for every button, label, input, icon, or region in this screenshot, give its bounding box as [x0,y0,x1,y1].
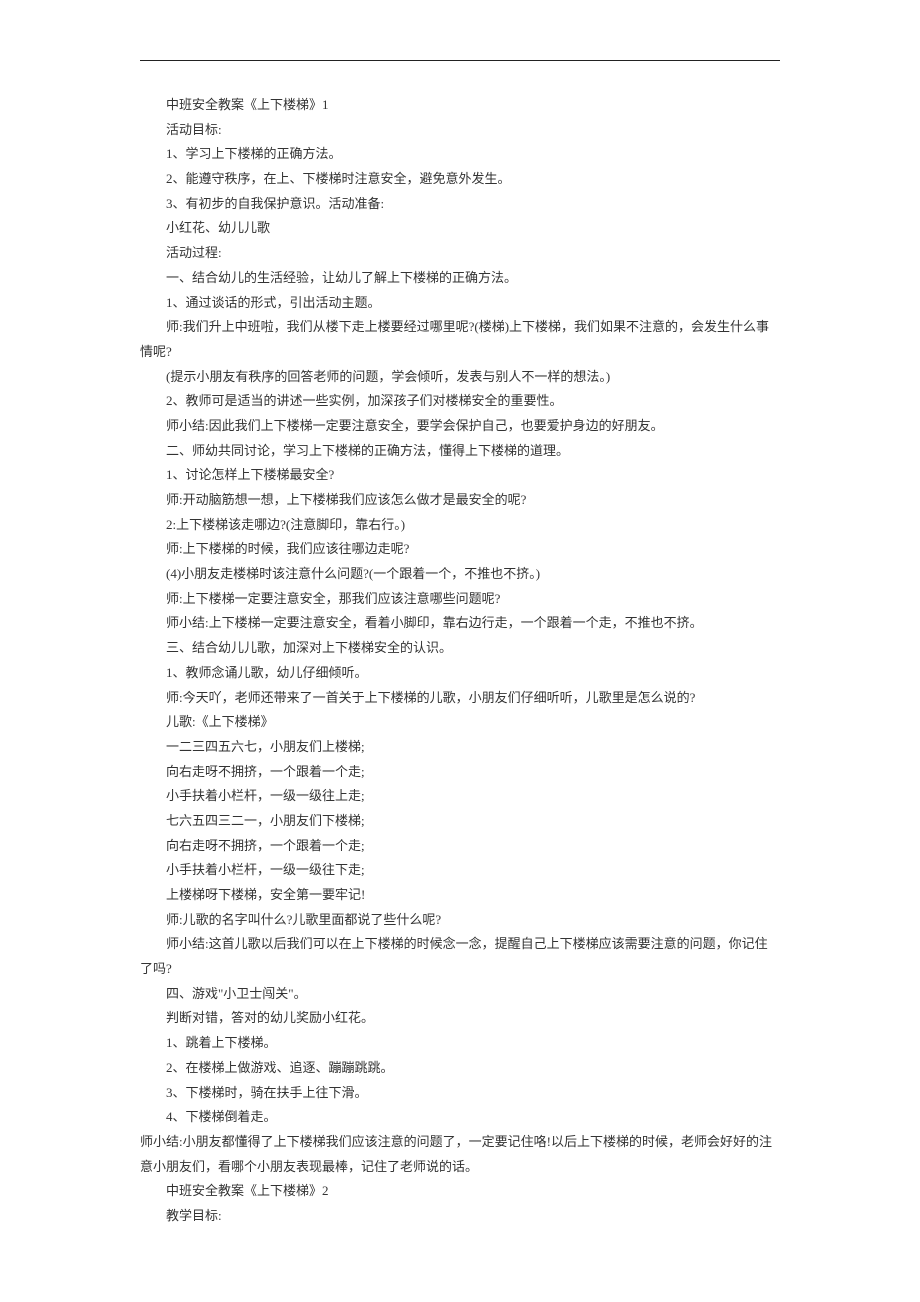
paragraph: 1、讨论怎样上下楼梯最安全? [140,463,780,488]
paragraph: 小手扶着小栏杆，一级一级往上走; [140,784,780,809]
document-body: 中班安全教案《上下楼梯》1活动目标:1、学习上下楼梯的正确方法。2、能遵守秩序，… [140,93,780,1229]
paragraph: 向右走呀不拥挤，一个跟着一个走; [140,834,780,859]
paragraph: 3、有初步的自我保护意识。活动准备: [140,192,780,217]
paragraph: 师:今天吖，老师还带来了一首关于上下楼梯的儿歌，小朋友们仔细听听，儿歌里是怎么说… [140,686,780,711]
paragraph: 活动目标: [140,118,780,143]
paragraph: 中班安全教案《上下楼梯》2 [140,1179,780,1204]
paragraph: 师小结:这首儿歌以后我们可以在上下楼梯的时候念一念，提醒自己上下楼梯应该需要注意… [140,932,780,981]
paragraph: 中班安全教案《上下楼梯》1 [140,93,780,118]
paragraph: 师:儿歌的名字叫什么?儿歌里面都说了些什么呢? [140,908,780,933]
paragraph: 小手扶着小栏杆，一级一级往下走; [140,858,780,883]
paragraph: (提示小朋友有秩序的回答老师的问题，学会倾听，发表与别人不一样的想法。) [140,365,780,390]
paragraph: 活动过程: [140,241,780,266]
paragraph: 师:上下楼梯的时候，我们应该往哪边走呢? [140,537,780,562]
paragraph: 2、教师可是适当的讲述一些实例，加深孩子们对楼梯安全的重要性。 [140,389,780,414]
paragraph: 师小结:上下楼梯一定要注意安全，看着小脚印，靠右边行走，一个跟着一个走，不推也不… [140,611,780,636]
paragraph: 师:我们升上中班啦，我们从楼下走上楼要经过哪里呢?(楼梯)上下楼梯，我们如果不注… [140,315,780,364]
paragraph: 四、游戏"小卫士闯关"。 [140,982,780,1007]
paragraph: 1、教师念诵儿歌，幼儿仔细倾听。 [140,661,780,686]
document-page: 中班安全教案《上下楼梯》1活动目标:1、学习上下楼梯的正确方法。2、能遵守秩序，… [70,0,850,1269]
horizontal-rule [140,60,780,61]
paragraph: 师小结:因此我们上下楼梯一定要注意安全，要学会保护自己，也要爱护身边的好朋友。 [140,414,780,439]
paragraph: 4、下楼梯倒着走。 [140,1105,780,1130]
paragraph: 上楼梯呀下楼梯，安全第一要牢记! [140,883,780,908]
paragraph: 师小结:小朋友都懂得了上下楼梯我们应该注意的问题了，一定要记住咯!以后上下楼梯的… [140,1130,780,1179]
paragraph: 七六五四三二一，小朋友们下楼梯; [140,809,780,834]
paragraph: 教学目标: [140,1204,780,1229]
paragraph: 三、结合幼儿儿歌，加深对上下楼梯安全的认识。 [140,636,780,661]
paragraph: 2:上下楼梯该走哪边?(注意脚印，靠右行。) [140,513,780,538]
paragraph: 小红花、幼儿儿歌 [140,216,780,241]
paragraph: 师:开动脑筋想一想，上下楼梯我们应该怎么做才是最安全的呢? [140,488,780,513]
paragraph: 一二三四五六七，小朋友们上楼梯; [140,735,780,760]
paragraph: 3、下楼梯时，骑在扶手上往下滑。 [140,1081,780,1106]
paragraph: 向右走呀不拥挤，一个跟着一个走; [140,760,780,785]
paragraph: 二、师幼共同讨论，学习上下楼梯的正确方法，懂得上下楼梯的道理。 [140,439,780,464]
paragraph: 师:上下楼梯一定要注意安全，那我们应该注意哪些问题呢? [140,587,780,612]
paragraph: (4)小朋友走楼梯时该注意什么问题?(一个跟着一个，不推也不挤。) [140,562,780,587]
paragraph: 1、通过谈话的形式，引出活动主题。 [140,291,780,316]
paragraph: 判断对错，答对的幼儿奖励小红花。 [140,1006,780,1031]
paragraph: 儿歌:《上下楼梯》 [140,710,780,735]
paragraph: 2、在楼梯上做游戏、追逐、蹦蹦跳跳。 [140,1056,780,1081]
paragraph: 1、学习上下楼梯的正确方法。 [140,142,780,167]
paragraph: 1、跳着上下楼梯。 [140,1031,780,1056]
paragraph: 2、能遵守秩序，在上、下楼梯时注意安全，避免意外发生。 [140,167,780,192]
paragraph: 一、结合幼儿的生活经验，让幼儿了解上下楼梯的正确方法。 [140,266,780,291]
